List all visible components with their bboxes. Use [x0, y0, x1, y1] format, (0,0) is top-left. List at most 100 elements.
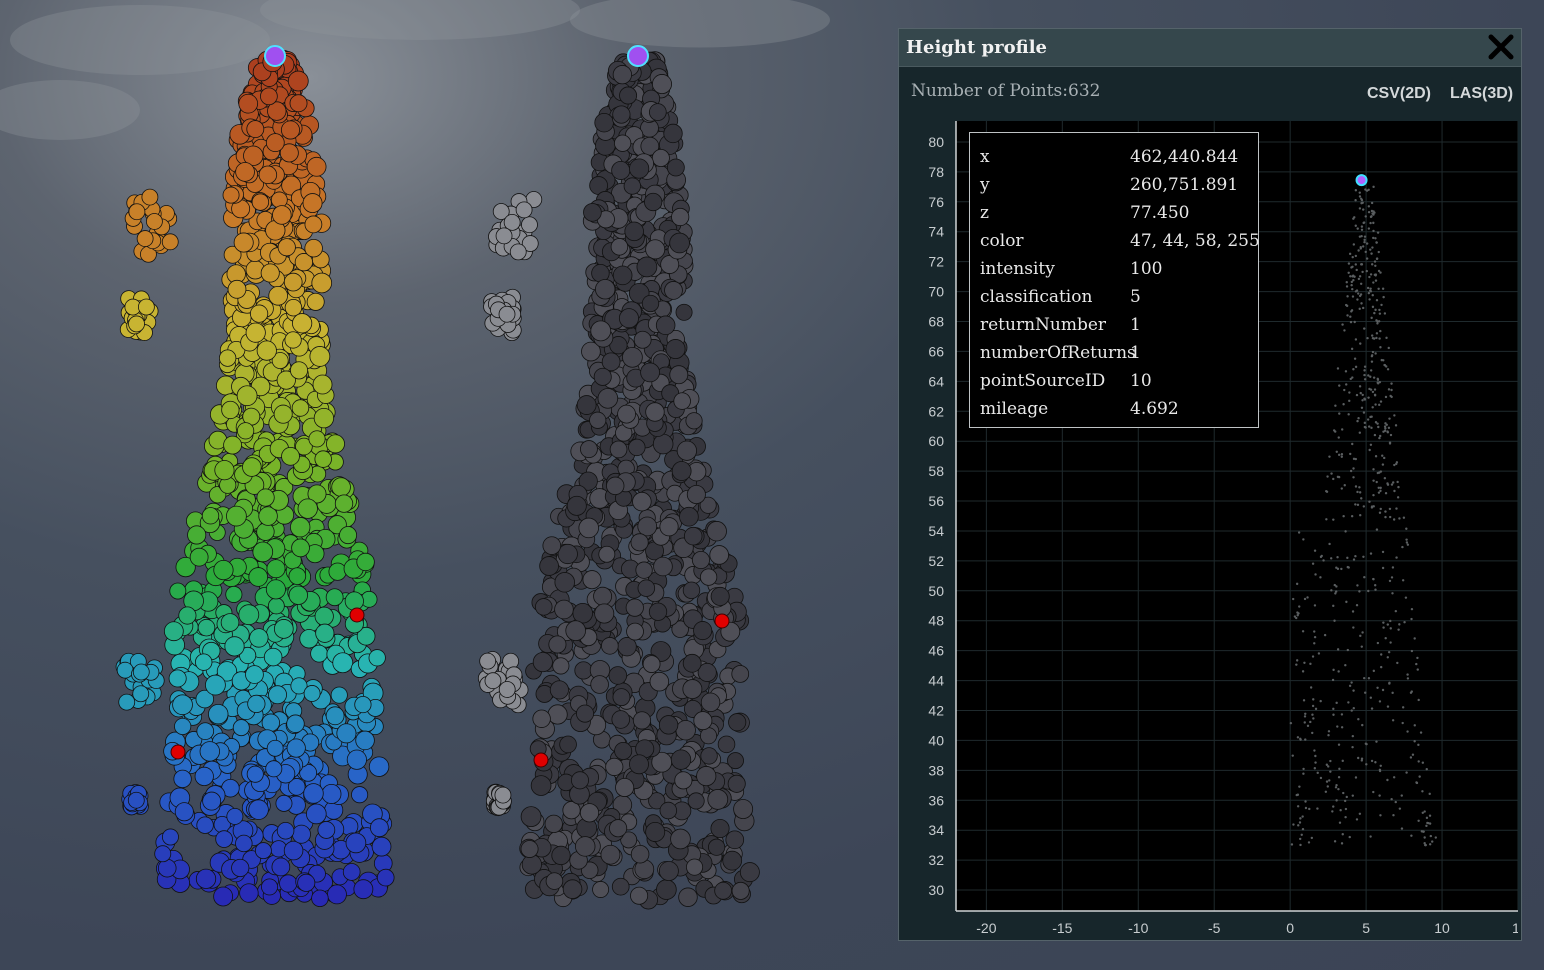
cloud-point: [303, 783, 324, 804]
profile-endpoint-marker[interactable]: [349, 607, 365, 623]
profile-point: [1340, 455, 1344, 458]
profile-point: [1370, 334, 1374, 337]
cloud-point: [265, 760, 283, 778]
profile-point: [1416, 668, 1419, 671]
tooltip-row: mileage 4.692: [980, 399, 1250, 427]
cloud-point: [614, 741, 633, 760]
profile-point: [1381, 688, 1385, 692]
cloud-point: [233, 232, 254, 253]
profile-point: [1396, 480, 1399, 484]
profile-point: [1334, 404, 1337, 407]
cloud-point: [313, 407, 335, 429]
profile-point: [1367, 227, 1371, 230]
cloud-point: [693, 621, 713, 641]
export-las-button[interactable]: LAS(3D): [1450, 85, 1513, 103]
cloud-point: [554, 572, 575, 593]
profile-point: [1373, 260, 1377, 263]
profile-point: [1345, 600, 1348, 604]
profile-point: [1324, 790, 1328, 794]
profile-point: [1405, 538, 1408, 541]
y-tick-label: 52: [928, 553, 944, 569]
cloud-point: [630, 533, 649, 552]
y-tick-label: 50: [928, 583, 944, 599]
cloud-point: [236, 422, 255, 440]
cloud-point: [272, 205, 292, 225]
cloud-point: [544, 814, 563, 834]
profile-point: [1366, 418, 1370, 421]
profile-endpoint-marker[interactable]: [714, 613, 730, 629]
profile-point: [1389, 433, 1393, 437]
cloud-point: [368, 756, 390, 777]
cloud-point: [674, 771, 693, 790]
profile-point: [1323, 633, 1327, 637]
profile-point: [1351, 287, 1354, 291]
profile-point: [1346, 295, 1349, 298]
profile-point: [1417, 743, 1420, 747]
profile-point: [1348, 684, 1352, 688]
cloud-point: [578, 517, 599, 539]
profile-point: [1356, 490, 1359, 494]
export-csv-button[interactable]: CSV(2D): [1367, 85, 1431, 103]
selected-point-marker[interactable]: [627, 45, 649, 67]
profile-point: [1355, 268, 1358, 272]
profile-point: [1391, 719, 1395, 722]
profile-point: [1372, 669, 1376, 673]
profile-endpoint-marker[interactable]: [533, 752, 549, 768]
profile-point: [1357, 249, 1360, 252]
cloud-point: [245, 665, 264, 684]
cloud-point: [645, 239, 666, 260]
profile-endpoint-marker[interactable]: [170, 744, 186, 760]
cloud-point: [611, 710, 631, 729]
profile-point: [1312, 717, 1315, 720]
profile-point: [1313, 749, 1316, 752]
profile-point: [1363, 421, 1367, 425]
cloud-point: [354, 695, 372, 714]
profile-point: [1367, 374, 1370, 377]
close-button[interactable]: [1487, 33, 1515, 61]
profile-point: [1361, 245, 1365, 248]
profile-point: [1302, 767, 1305, 771]
cloud-point: [658, 715, 679, 735]
close-icon[interactable]: [1487, 33, 1515, 61]
profile-point: [1360, 757, 1364, 760]
x-tick-label: 5: [1362, 920, 1370, 933]
cloud-point: [570, 771, 590, 790]
cloud-point: [306, 803, 327, 825]
profile-point: [1316, 807, 1319, 810]
profile-point: [1304, 806, 1308, 810]
y-tick-label: 64: [928, 373, 944, 389]
cloud-point: [575, 836, 596, 857]
cloud-point: [612, 105, 631, 124]
profile-point: [1371, 350, 1375, 354]
cloud-point: [311, 889, 329, 908]
profile-point: [1358, 195, 1362, 198]
tooltip-key: numberOfReturns: [980, 343, 1136, 363]
highlighted-point[interactable]: [1355, 174, 1368, 187]
profile-point: [1365, 742, 1368, 746]
profile-point: [1396, 496, 1400, 499]
profile-point: [1350, 310, 1353, 313]
profile-point: [1378, 794, 1381, 797]
selected-point-marker[interactable]: [264, 45, 286, 67]
profile-point: [1319, 555, 1323, 559]
profile-point: [1299, 738, 1302, 741]
profile-point: [1340, 453, 1344, 456]
profile-point: [1348, 252, 1352, 256]
profile-point: [1319, 576, 1322, 579]
profile-point: [1425, 767, 1428, 771]
cloud-point: [178, 606, 197, 625]
profile-point: [1410, 834, 1413, 837]
cloud-point: [678, 887, 698, 907]
cloud-point: [656, 879, 677, 900]
cloud-point: [172, 694, 193, 716]
profile-point: [1332, 477, 1335, 481]
profile-point: [1360, 645, 1363, 648]
profile-point: [1374, 352, 1377, 355]
point-cloud-scene[interactable]: [0, 0, 890, 970]
profile-point: [1385, 336, 1388, 340]
profile-point: [1421, 790, 1424, 793]
profile-point: [1371, 305, 1375, 309]
cloud-point: [238, 604, 260, 626]
profile-point: [1325, 518, 1328, 521]
cloud-point: [249, 628, 269, 648]
